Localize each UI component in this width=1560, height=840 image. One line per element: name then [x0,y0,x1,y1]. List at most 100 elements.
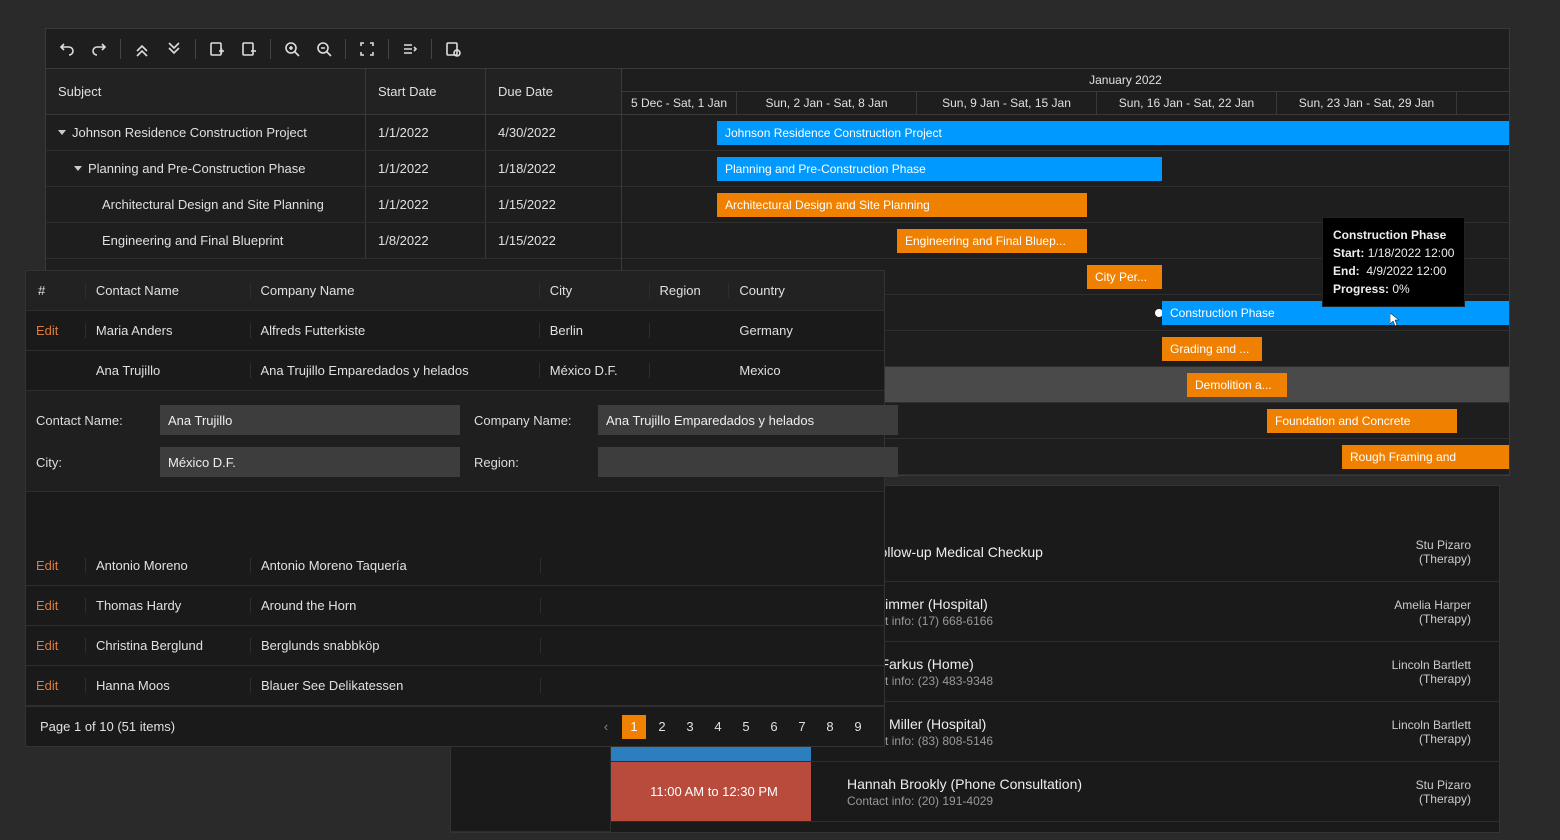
task-subject: Engineering and Final Blueprint [102,233,283,248]
cell-name: Thomas Hardy [86,598,251,613]
cell-name: Antonio Moreno [86,558,251,573]
week-header: 5 Dec - Sat, 1 Jan [622,92,737,115]
expand-caret-icon[interactable] [74,166,82,171]
grid-row[interactable]: Edit Hanna Moos Blauer See Delikatessen [26,666,884,706]
event-category: (Therapy) [1392,672,1471,686]
gantt-bar[interactable]: Demolition a... [1187,373,1287,397]
pager-page[interactable]: 2 [650,715,674,739]
gantt-bar[interactable]: Johnson Residence Construction Project [717,121,1509,145]
column-subject[interactable]: Subject [46,69,366,114]
event-contact: Contact info: (23) 483-9348 [847,674,1382,688]
toolbar-separator [120,39,121,59]
event-title: Billy Zimmer (Hospital) [847,596,1384,612]
toolbar-separator [345,39,346,59]
week-header: Sun, 23 Jan - Sat, 29 Jan [1277,92,1457,115]
task-details-button[interactable] [438,34,468,64]
event-title: Follow-up Medical Checkup [871,544,1406,560]
column-hash[interactable] [26,283,86,298]
gantt-bar[interactable]: Planning and Pre-Construction Phase [717,157,1162,181]
task-subject: Planning and Pre-Construction Phase [88,161,306,176]
edit-link[interactable]: Edit [36,558,58,573]
cell-name: Hanna Moos [86,678,251,693]
column-due-date[interactable]: Due Date [486,69,621,114]
timeline-month: January 2022 [622,69,1509,92]
task-start: 1/8/2022 [366,223,486,258]
input-city[interactable] [160,447,460,477]
gantt-bar[interactable]: Architectural Design and Site Planning [717,193,1087,217]
redo-button[interactable] [84,34,114,64]
input-company-name[interactable] [598,405,898,435]
expand-all-button[interactable] [159,34,189,64]
column-country[interactable]: Country [729,283,884,298]
gantt-bar[interactable]: Engineering and Final Bluep... [897,229,1087,253]
grid-row[interactable]: Ana Trujillo Ana Trujillo Emparedados y … [26,351,884,391]
task-start: 1/1/2022 [366,187,486,222]
event-person: Stu Pizaro [1416,778,1471,792]
column-company-name[interactable]: Company Name [251,283,540,298]
grid-row[interactable]: Edit Maria Anders Alfreds Futterkiste Be… [26,311,884,351]
add-task-button[interactable] [202,34,232,64]
gantt-toolbar [46,29,1509,69]
task-row[interactable]: Engineering and Final Blueprint 1/8/2022… [46,223,621,259]
zoom-in-button[interactable] [277,34,307,64]
undo-button[interactable] [52,34,82,64]
expand-caret-icon[interactable] [58,130,66,135]
task-row[interactable]: Johnson Residence Construction Project 1… [46,115,621,151]
grid-pager: Page 1 of 10 (51 items) ‹ 1 2 3 4 5 6 7 … [26,706,884,746]
event-category: (Therapy) [1416,792,1471,806]
grid-row[interactable]: Edit Christina Berglund Berglunds snabbk… [26,626,884,666]
gantt-tooltip: Construction Phase Start: 1/18/2022 12:0… [1322,217,1465,307]
event-contact: Contact info: (20) 191-4029 [847,794,1406,808]
grid-row[interactable]: Edit Thomas Hardy Around the Horn [26,586,884,626]
task-start: 1/1/2022 [366,151,486,186]
pager-page[interactable]: 3 [678,715,702,739]
zoom-out-button[interactable] [309,34,339,64]
pager-page[interactable]: 5 [734,715,758,739]
data-grid-panel: Contact Name Company Name City Region Co… [25,270,885,747]
label-region: Region: [474,455,584,470]
pager-page[interactable]: 9 [846,715,870,739]
pager-page[interactable]: 4 [706,715,730,739]
task-row[interactable]: Architectural Design and Site Planning 1… [46,187,621,223]
column-start-date[interactable]: Start Date [366,69,486,114]
edit-link[interactable]: Edit [36,638,58,653]
pager-page[interactable]: 7 [790,715,814,739]
remove-task-button[interactable] [234,34,264,64]
fullscreen-button[interactable] [352,34,382,64]
pager-page[interactable]: 1 [622,715,646,739]
task-subject: Johnson Residence Construction Project [72,125,307,140]
label-company-name: Company Name: [474,413,584,428]
resources-button[interactable] [395,34,425,64]
input-contact-name[interactable] [160,405,460,435]
event-category: (Therapy) [1394,612,1471,626]
column-contact-name[interactable]: Contact Name [86,283,251,298]
edit-link[interactable]: Edit [36,323,58,338]
toolbar-separator [270,39,271,59]
event-title: Arthur Miller (Hospital) [847,716,1382,732]
gantt-bar[interactable]: Foundation and Concrete [1267,409,1457,433]
grid-edit-form: Contact Name: Company Name: City: Region… [26,391,884,492]
grid-row[interactable]: Edit Antonio Moreno Antonio Moreno Taque… [26,546,884,586]
collapse-all-button[interactable] [127,34,157,64]
edit-link[interactable]: Edit [36,598,58,613]
gantt-bar[interactable]: City Per... [1087,265,1162,289]
edit-link[interactable]: Edit [36,678,58,693]
column-region[interactable]: Region [650,283,730,298]
task-due: 1/15/2022 [486,223,621,258]
gantt-bar[interactable]: Rough Framing and [1342,445,1509,469]
cell-country: Germany [729,323,884,338]
mouse-cursor-icon [1390,313,1400,327]
column-city[interactable]: City [540,283,650,298]
pager-prev-button[interactable]: ‹ [594,715,618,739]
input-region[interactable] [598,447,898,477]
pager-page[interactable]: 8 [818,715,842,739]
task-row[interactable]: Planning and Pre-Construction Phase 1/1/… [46,151,621,187]
gantt-bar[interactable]: Grading and ... [1162,337,1262,361]
scheduler-event[interactable]: 11:00 AM to 12:30 PM Hannah Brookly (Pho… [611,762,1499,822]
pager-page[interactable]: 6 [762,715,786,739]
event-title: Brad Farkus (Home) [847,656,1382,672]
event-title: Hannah Brookly (Phone Consultation) [847,776,1406,792]
cell-city: México D.F. [540,363,650,378]
timeline-weeks: 5 Dec - Sat, 1 Jan Sun, 2 Jan - Sat, 8 J… [622,92,1509,115]
cell-company: Ana Trujillo Emparedados y helados [251,363,540,378]
